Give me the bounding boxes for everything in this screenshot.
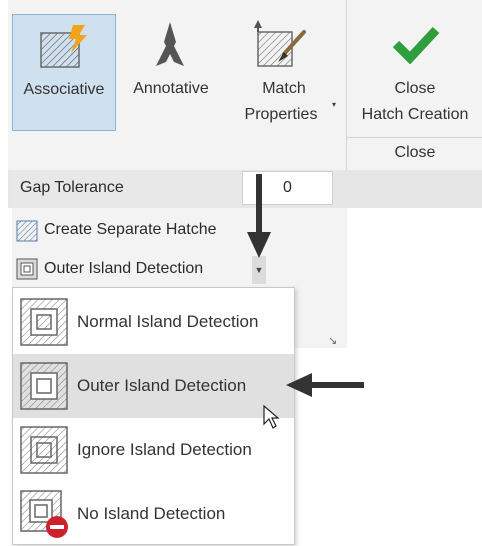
ignore-island-icon (20, 426, 68, 474)
menu-item-label: Ignore Island Detection (77, 440, 252, 459)
outer-island-icon (16, 258, 38, 280)
panel-launcher-icon[interactable]: ↘ (328, 334, 337, 347)
chevron-down-icon: ▾ (332, 100, 337, 109)
match-properties-button[interactable]: Match Properties ▾ (228, 14, 340, 131)
annotative-icon (156, 22, 184, 66)
annotation-arrow-down-icon (247, 174, 271, 258)
gap-tolerance-label: Gap Tolerance (20, 179, 124, 196)
panel-separator (346, 0, 347, 170)
close-label-line2: Hatch Creation (361, 106, 469, 123)
mouse-pointer-icon (263, 405, 280, 429)
island-detection-value: Outer Island Detection (44, 260, 204, 277)
menu-item-normal-island-detection[interactable]: Normal Island Detection (13, 290, 294, 354)
island-detection-menu: Normal Island Detection Outer Island Det… (12, 287, 295, 545)
menu-item-no-island-detection[interactable]: No Island Detection (13, 482, 294, 546)
menu-item-label: No Island Detection (77, 504, 226, 523)
match-properties-icon (254, 20, 306, 67)
close-label-line1: Close (394, 80, 436, 97)
panel-title-divider (347, 137, 482, 138)
annotative-label: Annotative (133, 80, 209, 97)
match-properties-label-line2: Properties (244, 106, 318, 123)
close-hatch-creation-button[interactable]: Close Hatch Creation (348, 10, 482, 136)
associative-button[interactable]: Associative (12, 14, 116, 131)
menu-item-ignore-island-detection[interactable]: Ignore Island Detection (13, 418, 294, 482)
create-separate-hatches-option[interactable]: Create Separate Hatche (14, 218, 254, 244)
no-island-icon (20, 490, 68, 538)
associative-label: Associative (23, 81, 105, 98)
associative-hatch-icon (40, 25, 87, 68)
annotative-button[interactable]: Annotative (118, 14, 224, 131)
menu-item-outer-island-detection[interactable]: Outer Island Detection (13, 354, 294, 418)
create-separate-hatches-label: Create Separate Hatche (44, 221, 217, 238)
menu-item-label: Outer Island Detection (77, 376, 247, 395)
separate-hatches-icon (16, 220, 38, 242)
annotation-arrow-left-icon (286, 373, 364, 397)
close-panel-title: Close (394, 144, 436, 161)
match-properties-label-line1: Match (262, 80, 306, 97)
menu-item-label: Normal Island Detection (77, 312, 259, 331)
checkmark-icon (392, 26, 440, 64)
island-detection-combo[interactable]: Outer Island Detection (14, 256, 266, 284)
normal-island-icon (20, 298, 68, 346)
outer-island-icon (20, 362, 68, 410)
